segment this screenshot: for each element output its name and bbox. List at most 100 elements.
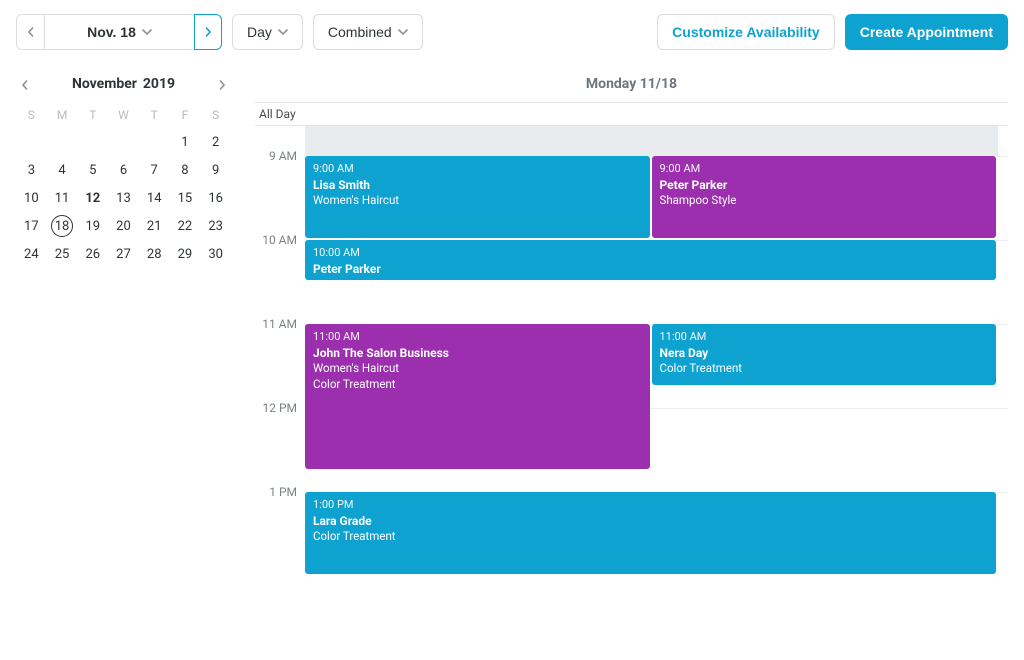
mini-calendar-header: November 2019 <box>16 76 231 92</box>
schedule: Monday 11/18 All Day 9 AM 10 AM 11 AM 12 PM… <box>255 76 1008 660</box>
toolbar: Nov. 18 Day Combined Customize Availab <box>16 14 1008 50</box>
mini-day-cell[interactable]: 19 <box>77 212 108 240</box>
chevron-right-icon <box>203 27 213 37</box>
mini-day-cell[interactable]: 30 <box>200 240 231 268</box>
appointment-service: Shampoo Style <box>660 193 989 209</box>
time-gutter: 9 AM10 AM11 AM12 PM1 PM <box>255 126 305 660</box>
mini-day-cell[interactable]: 6 <box>108 156 139 184</box>
mini-year-label: 2019 <box>143 76 175 92</box>
mini-dow-cell: S <box>16 102 47 128</box>
time-grid: 9 AM10 AM11 AM12 PM1 PM 9:00 AMLisa Smit… <box>255 126 1008 660</box>
mini-dow-row: SMTWTFS <box>16 102 231 128</box>
current-date-label: Nov. 18 <box>87 24 136 40</box>
appointment[interactable]: 9:00 AMLisa SmithWomen's Haircut <box>305 156 650 238</box>
appointment-service: Color Treatment <box>313 529 988 545</box>
hour-label: 11 AM <box>262 317 297 331</box>
appointment[interactable]: 9:00 AMPeter ParkerShampoo Style <box>652 156 997 238</box>
appointment-service: Women's Haircut <box>313 193 642 209</box>
mini-day-cell[interactable]: 9 <box>200 156 231 184</box>
appointment-time: 11:00 AM <box>660 330 989 345</box>
hour-label: 9 AM <box>269 149 297 163</box>
mini-day-cell[interactable]: 16 <box>200 184 231 212</box>
appointment-name: Lara Grade <box>313 513 988 529</box>
chevron-down-icon <box>278 24 288 40</box>
mini-day-cell[interactable]: 12 <box>77 184 108 212</box>
mini-prev-month-button[interactable] <box>16 76 34 96</box>
all-day-row: All Day <box>255 102 1008 126</box>
appointment-lanes[interactable]: 9:00 AMLisa SmithWomen's Haircut9:00 AMP… <box>305 126 1008 660</box>
mini-day-cell[interactable]: 15 <box>170 184 201 212</box>
appointment-name: John The Salon Business <box>313 345 642 361</box>
mini-day-empty <box>139 128 170 156</box>
appointment-service: Color Treatment <box>313 377 642 393</box>
chevron-down-icon <box>142 24 152 40</box>
mini-day-cell[interactable]: 25 <box>47 240 78 268</box>
date-segmented-control: Nov. 18 <box>16 14 222 50</box>
mini-day-cell[interactable]: 29 <box>170 240 201 268</box>
mini-dow-cell: M <box>47 102 78 128</box>
appointment-service: Women's Haircut <box>313 361 642 377</box>
mini-day-grid: 1234567891011121314151617181920212223242… <box>16 128 231 268</box>
hour-label: 10 AM <box>262 233 297 247</box>
view-select[interactable]: Day <box>232 14 303 50</box>
customize-availability-label: Customize Availability <box>672 24 820 40</box>
mini-dow-cell: T <box>77 102 108 128</box>
hour-label: 12 PM <box>262 401 297 415</box>
mini-day-cell[interactable]: 24 <box>16 240 47 268</box>
appointment-service: Color Treatment <box>660 361 989 377</box>
mini-day-empty <box>47 128 78 156</box>
appointment[interactable]: 11:00 AMNera DayColor Treatment <box>652 324 997 385</box>
appointment[interactable]: 11:00 AMJohn The Salon BusinessWomen's H… <box>305 324 650 469</box>
appointment-name: Peter Parker <box>313 261 988 277</box>
appointment-name: Peter Parker <box>660 177 989 193</box>
mini-day-cell[interactable]: 21 <box>139 212 170 240</box>
chevron-right-icon <box>217 80 227 90</box>
mini-dow-cell: W <box>108 102 139 128</box>
mini-day-cell[interactable]: 1 <box>170 128 201 156</box>
appointment-time: 10:00 AM <box>313 246 988 261</box>
unavailable-band <box>305 126 998 156</box>
mini-day-cell[interactable]: 26 <box>77 240 108 268</box>
mini-day-cell[interactable]: 7 <box>139 156 170 184</box>
create-appointment-label: Create Appointment <box>860 24 993 40</box>
appointment-time: 1:00 PM <box>313 498 988 513</box>
mini-calendar: November 2019 SMTWTFS 123456789101112131… <box>16 76 231 660</box>
mini-day-cell[interactable]: 10 <box>16 184 47 212</box>
mini-day-empty <box>108 128 139 156</box>
appointment[interactable]: 10:00 AMPeter Parker <box>305 240 996 280</box>
mini-day-cell[interactable]: 4 <box>47 156 78 184</box>
chevron-left-icon <box>26 27 36 37</box>
appointment-name: Nera Day <box>660 345 989 361</box>
mini-day-cell[interactable]: 2 <box>200 128 231 156</box>
mini-next-month-button[interactable] <box>213 76 231 96</box>
chevron-left-icon <box>20 80 30 90</box>
appointment-time: 9:00 AM <box>313 162 642 177</box>
mini-day-cell[interactable]: 17 <box>16 212 47 240</box>
mini-day-cell[interactable]: 5 <box>77 156 108 184</box>
mini-month-label: November <box>72 76 137 92</box>
mini-day-cell[interactable]: 3 <box>16 156 47 184</box>
mini-day-cell[interactable]: 11 <box>47 184 78 212</box>
mode-select[interactable]: Combined <box>313 14 423 50</box>
appointment-name: Lisa Smith <box>313 177 642 193</box>
mini-day-cell[interactable]: 28 <box>139 240 170 268</box>
mini-day-cell[interactable]: 18 <box>47 212 78 240</box>
customize-availability-button[interactable]: Customize Availability <box>657 14 835 50</box>
create-appointment-button[interactable]: Create Appointment <box>845 14 1008 50</box>
mini-day-cell[interactable]: 8 <box>170 156 201 184</box>
view-select-label: Day <box>247 24 272 40</box>
mini-day-cell[interactable]: 20 <box>108 212 139 240</box>
appointment[interactable]: 1:00 PMLara GradeColor Treatment <box>305 492 996 574</box>
mini-dow-cell: F <box>170 102 201 128</box>
mini-day-cell[interactable]: 14 <box>139 184 170 212</box>
mini-day-cell[interactable]: 23 <box>200 212 231 240</box>
current-date-button[interactable]: Nov. 18 <box>44 14 194 50</box>
mini-day-empty <box>16 128 47 156</box>
prev-day-button[interactable] <box>16 14 44 50</box>
mode-select-label: Combined <box>328 24 392 40</box>
mini-day-cell[interactable]: 13 <box>108 184 139 212</box>
mini-day-cell[interactable]: 22 <box>170 212 201 240</box>
next-day-button[interactable] <box>194 14 222 50</box>
mini-day-cell[interactable]: 27 <box>108 240 139 268</box>
schedule-heading: Monday 11/18 <box>255 76 1008 102</box>
